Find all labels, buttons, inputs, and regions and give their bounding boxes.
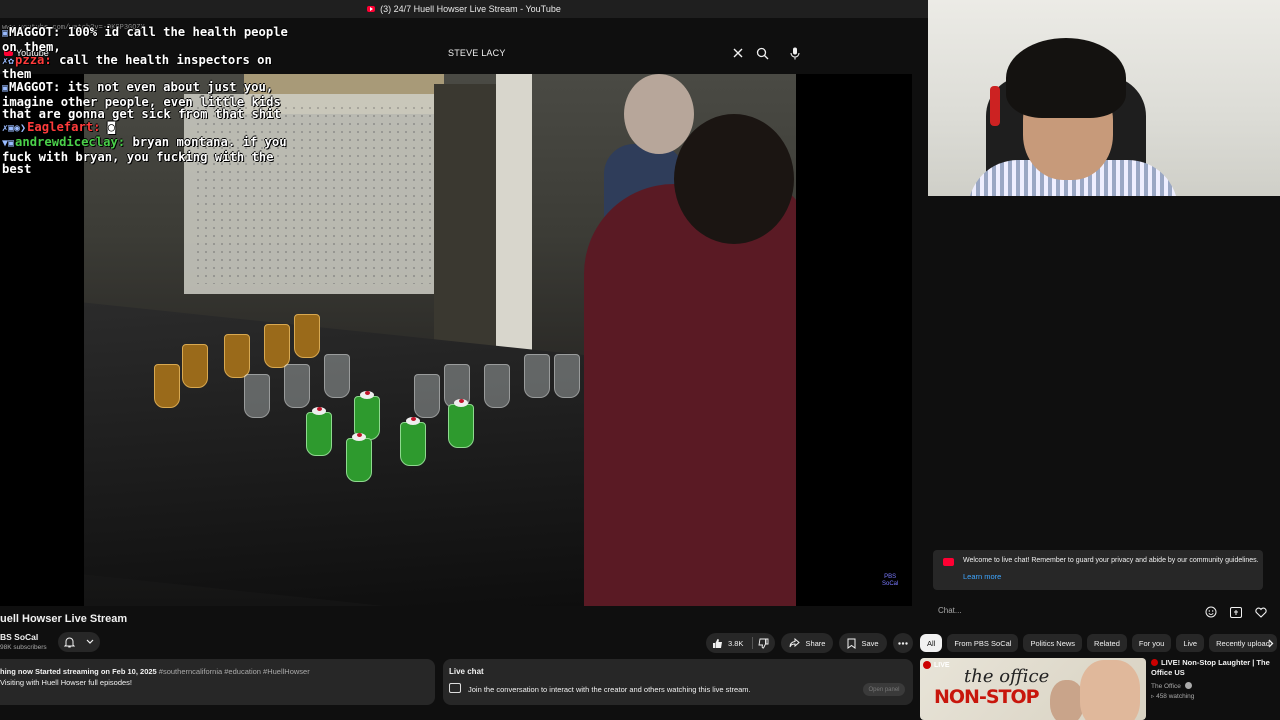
open-panel-button[interactable]: Open panel (863, 683, 905, 696)
notice-text: Welcome to live chat! Remember to guard … (963, 557, 1259, 564)
super-chat-icon[interactable] (1225, 601, 1247, 623)
stream-chat-overlay: ▣MAGGOT: 100% id call the health people … (2, 26, 292, 176)
filter-chip[interactable]: For you (1131, 634, 1172, 652)
screen: (3) 24/7 Huell Howser Live Stream - YouT… (0, 0, 1280, 720)
video-title: uell Howser Live Stream (0, 613, 128, 625)
pbs-watermark: PBS SoCal (882, 574, 899, 587)
filter-chip[interactable]: All (920, 634, 943, 652)
clear-search-icon[interactable] (727, 42, 749, 64)
webcam-feed (928, 0, 1280, 196)
live-chat-collapsed: Live chat Join the conversation to inter… (443, 659, 913, 705)
notifications-button[interactable] (58, 632, 100, 652)
youtube-favicon-icon (367, 6, 376, 12)
subscriber-count: 98K subscribers (0, 644, 47, 651)
filter-chip[interactable]: Politics News (1023, 634, 1083, 652)
youtube-icon (943, 558, 954, 566)
live-dot-icon (923, 661, 931, 669)
chat-username: Eaglefart: (27, 120, 101, 134)
filter-chip[interactable]: Live (1176, 634, 1205, 652)
bookmark-icon (847, 638, 856, 649)
search-input[interactable]: STEVE LACY (448, 48, 506, 58)
chevron-down-icon (86, 639, 94, 644)
thumbs-up-icon (713, 638, 722, 648)
learn-more-link[interactable]: Learn more (963, 572, 1001, 581)
chat-input[interactable]: Chat... (938, 606, 962, 615)
live-chat-title: Live chat (449, 667, 484, 676)
chat-username: MAGGOT: (9, 80, 61, 94)
chat-username: pzza: (15, 52, 52, 67)
recommendation-viewers: ▹ 458 watching (1151, 693, 1195, 700)
emoji-icon[interactable] (1200, 601, 1222, 623)
like-count: 3.8K (728, 638, 744, 648)
chat-icon (449, 683, 461, 693)
more-actions-button[interactable] (892, 633, 913, 653)
chevron-right-icon (1268, 639, 1274, 647)
share-button[interactable]: Share (781, 633, 834, 653)
heart-icon[interactable] (1250, 601, 1272, 623)
overlay-chat-message: ✗▣◉❯Eaglefart: ◙ (2, 121, 292, 136)
more-horizontal-icon (897, 641, 908, 645)
search-icon[interactable] (751, 42, 773, 64)
bell-icon (63, 637, 75, 648)
overlay-chat-message: ▣MAGGOT: its not even about just you, im… (2, 81, 292, 121)
window-titlebar: (3) 24/7 Huell Howser Live Stream - YouT… (0, 0, 928, 18)
description-meta: hing now Started streaming on Feb 10, 20… (0, 667, 310, 676)
overlay-chat-message: ▣MAGGOT: 100% id call the health people … (2, 26, 292, 53)
save-label: Save (861, 638, 879, 648)
voice-search-icon[interactable] (784, 42, 806, 64)
chips-next-button[interactable] (1262, 634, 1280, 652)
recommendation-thumbnail[interactable]: the office NON-STOP LIVE (920, 658, 1146, 720)
live-chat-prompt: Join the conversation to interact with t… (468, 685, 751, 694)
recommendation-title[interactable]: LIVE! Non-Stop Laughter | The Office US (1151, 658, 1276, 678)
like-button[interactable]: 3.8K (706, 633, 776, 653)
live-dot-icon (1151, 659, 1158, 666)
description-text: Visiting with Huell Howser full episodes… (0, 678, 133, 687)
share-label: Share (805, 638, 826, 648)
chat-badge-icon: ✗▣◉❯ (2, 123, 27, 134)
chat-badge-icon: ▣ (2, 83, 9, 94)
filter-chips: All From PBS SoCal Politics News Related For… (920, 634, 1280, 654)
filter-chip[interactable]: From PBS SoCal (947, 634, 1019, 652)
live-chat-panel: Welcome to live chat! Remember to guard … (920, 196, 1280, 626)
thumbs-down-icon[interactable] (758, 638, 769, 649)
overlay-chat-message: ✗✿pzza: call the health inspectors on th… (2, 52, 292, 81)
live-badge: LIVE (923, 661, 950, 669)
hashtags[interactable]: #southerncalifornia #education #HuellHow… (159, 667, 310, 676)
filter-chip[interactable]: Related (1087, 634, 1127, 652)
chat-badge-icon: ✗✿ (2, 55, 15, 67)
thumbnail-word-1: the office (964, 666, 1050, 687)
verified-icon (1184, 682, 1192, 689)
thumbnail-word-2: NON-STOP (934, 686, 1040, 708)
overlay-chat-message: ▼▣andrewdiceclay: bryan montana. if you … (2, 136, 292, 176)
chat-username: andrewdiceclay: (15, 135, 126, 149)
chat-username: MAGGOT: (9, 25, 61, 39)
chat-text: ◙ (100, 120, 116, 134)
chat-badge-icon: ▣ (2, 28, 9, 39)
action-bar: 3.8K Share Save (706, 633, 913, 653)
save-button[interactable]: Save (839, 633, 887, 653)
chat-welcome-notice: Welcome to live chat! Remember to guard … (933, 550, 1263, 590)
share-icon (789, 638, 801, 648)
chat-badge-icon: ▼▣ (2, 138, 15, 149)
chat-input-row: Chat... (920, 601, 1270, 621)
search-box[interactable]: STEVE LACY (440, 40, 800, 66)
channel-name[interactable]: BS SoCal (0, 632, 38, 642)
description-box[interactable]: hing now Started streaming on Feb 10, 20… (0, 659, 435, 705)
recommendation-channel[interactable]: The Office (1151, 682, 1192, 690)
window-title: (3) 24/7 Huell Howser Live Stream - YouT… (380, 4, 561, 14)
